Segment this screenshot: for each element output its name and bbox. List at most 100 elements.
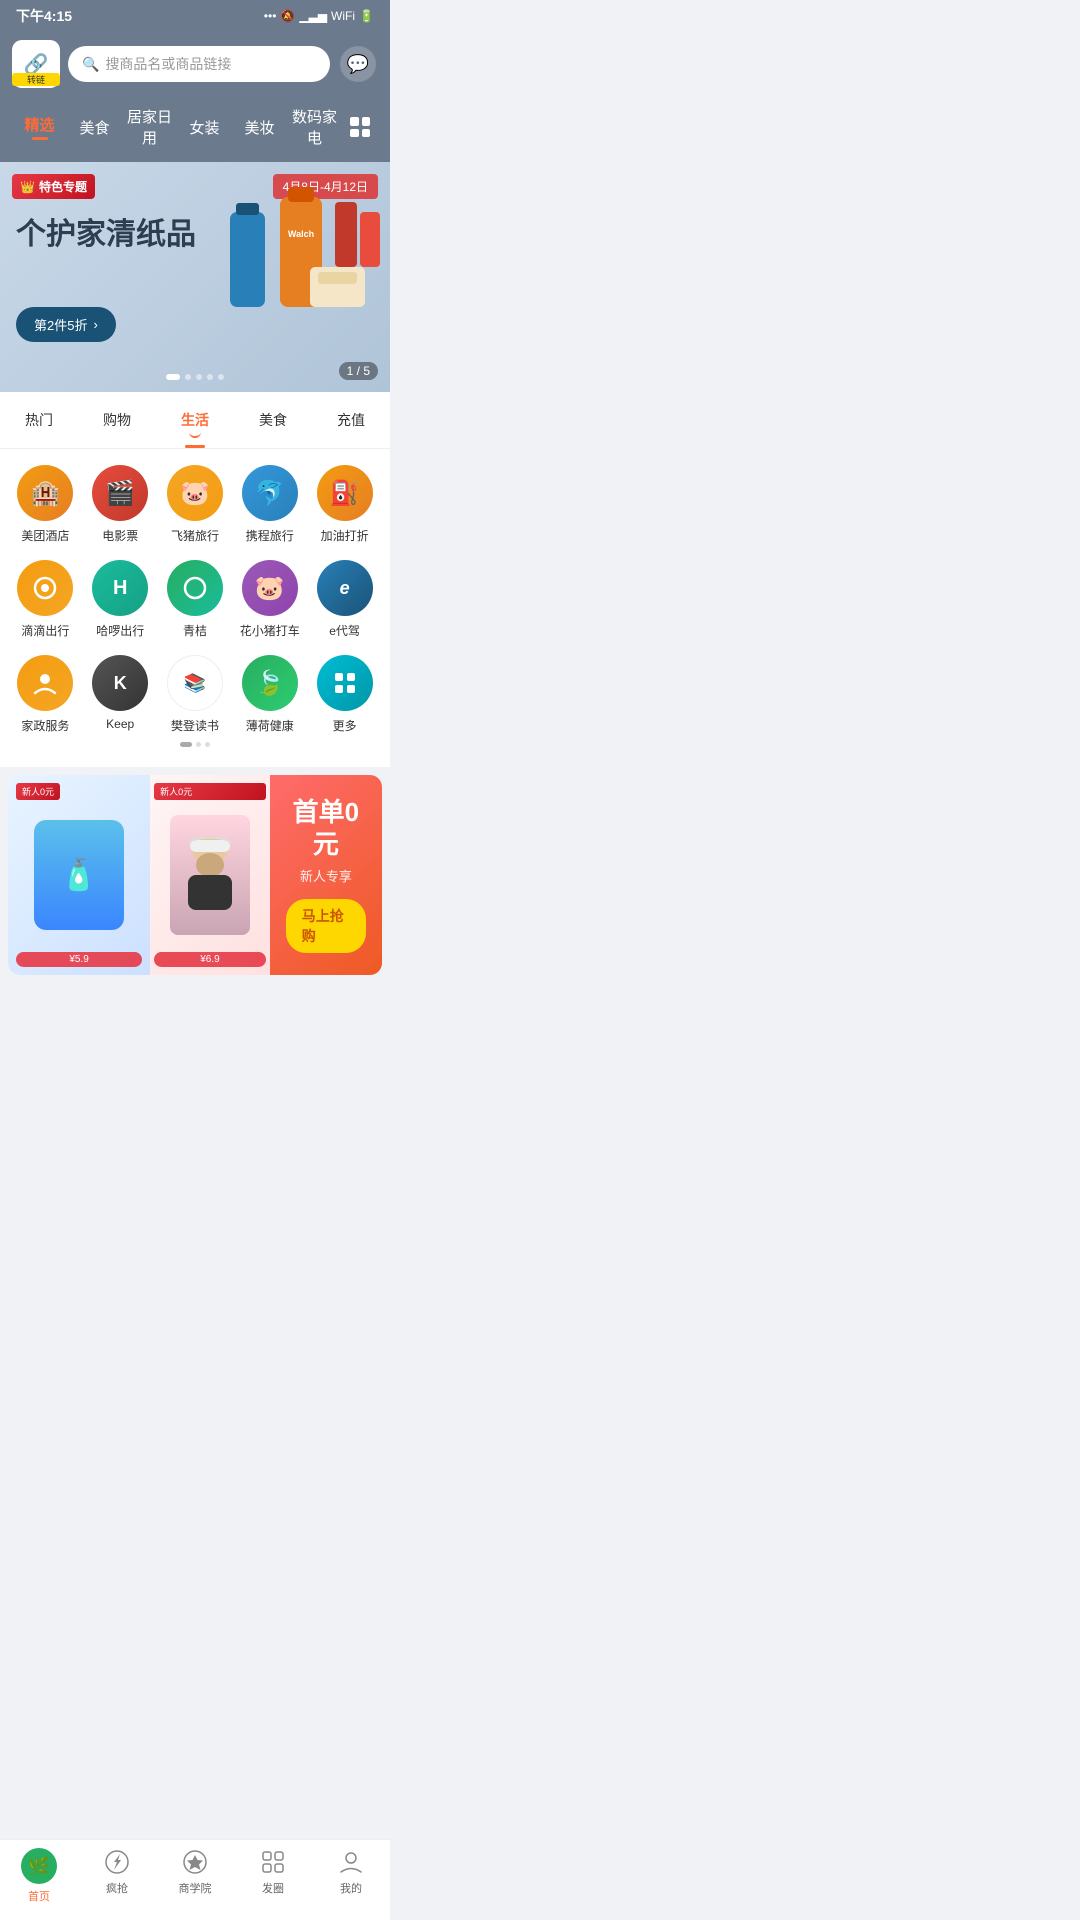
- search-bar[interactable]: 🔍 搜商品名或商品链接: [68, 46, 330, 82]
- nav-mine[interactable]: 我的: [312, 1848, 390, 1904]
- logo-badge: 转链: [12, 73, 60, 86]
- app-gas[interactable]: ⛽ 加油打折: [307, 465, 382, 544]
- app-keep[interactable]: K Keep: [83, 655, 158, 734]
- nav-tab-meizhuang[interactable]: 美妆: [232, 113, 287, 142]
- logo-button[interactable]: 🔗 转链: [12, 40, 60, 88]
- flash-sale-icon: [103, 1848, 131, 1876]
- nav-tab-meishi[interactable]: 美食: [67, 113, 122, 142]
- product-image-mid: [170, 815, 250, 935]
- mine-icon: [337, 1848, 365, 1876]
- app-huaxiaozhu[interactable]: 🐷 花小猪打车: [232, 560, 307, 639]
- mine-label: 我的: [340, 1880, 362, 1896]
- category-nav: 精选 美食 居家日用 女装 美妆 数码家电: [0, 96, 390, 162]
- keep-label: Keep: [106, 717, 134, 731]
- banner-counter: 1 / 5: [339, 362, 378, 380]
- huaxiaozhu-label: 花小猪打车: [240, 622, 300, 639]
- ctrip-label: 携程旅行: [246, 527, 294, 544]
- wifi-icon: WiFi: [331, 9, 355, 23]
- app-meituan-hotel[interactable]: 🏨 美团酒店: [8, 465, 83, 544]
- app-grid: 🏨 美团酒店 🎬 电影票 🐷 飞猪旅行 🐬 携程旅行 ⛽ 加油打折 滴滴出行 H: [0, 465, 390, 734]
- cat-tab-remen[interactable]: 热门: [0, 404, 78, 448]
- cat-tab-meishi2[interactable]: 美食: [234, 404, 312, 448]
- app-didi[interactable]: 滴滴出行: [8, 560, 83, 639]
- banner-title: 个护家清纸品: [16, 217, 196, 253]
- promo-mid-product: 新人0元 ¥6.9: [150, 775, 270, 975]
- grid-menu-button[interactable]: [342, 109, 378, 145]
- app-fliggy[interactable]: 🐷 飞猪旅行: [158, 465, 233, 544]
- bottom-navigation: 🌿 首页 疯抢 商学院 发圈 我的: [0, 1839, 390, 1920]
- scroll-dot-2: [196, 742, 201, 747]
- app-qingju[interactable]: 青桔: [158, 560, 233, 639]
- promo-right-cta[interactable]: 首单0元 新人专享 马上抢购: [270, 775, 382, 975]
- hello-label: 哈啰出行: [96, 622, 144, 639]
- promo-card[interactable]: 🧴 新人0元 ¥5.9 新人0元 ¥6.9 首单0元 新人专享 马上抢购: [8, 775, 382, 975]
- app-jiazhengliao[interactable]: 家政服务: [8, 655, 83, 734]
- dot-1: [166, 374, 180, 380]
- banner[interactable]: 👑 特色专题 4月8日-4月12日 个护家清纸品 第2件5折 › Walch 1…: [0, 162, 390, 392]
- promo-section: 🧴 新人0元 ¥5.9 新人0元 ¥6.9 首单0元 新人专享 马上抢购: [0, 767, 390, 983]
- nav-tab-shuma[interactable]: 数码家电: [287, 102, 342, 152]
- promo-subtitle: 新人专享: [300, 866, 352, 885]
- nav-home[interactable]: 🌿 首页: [0, 1848, 78, 1904]
- dot-5: [218, 374, 224, 380]
- qingju-label: 青桔: [183, 622, 207, 639]
- battery-icon: 🔋: [359, 9, 374, 23]
- home-icon: 🌿: [21, 1848, 57, 1884]
- crown-icon: 👑: [20, 180, 35, 194]
- app-grid-section: 🏨 美团酒店 🎬 电影票 🐷 飞猪旅行 🐬 携程旅行 ⛽ 加油打折 滴滴出行 H: [0, 449, 390, 767]
- meituan-hotel-icon: 🏨: [17, 465, 73, 521]
- moments-label: 发圈: [262, 1880, 284, 1896]
- message-button[interactable]: 💬: [338, 44, 378, 84]
- status-time: 下午4:15: [16, 6, 72, 26]
- jiazhengliao-label: 家政服务: [21, 717, 69, 734]
- active-indicator: [189, 432, 201, 438]
- keep-icon: K: [92, 655, 148, 711]
- qingju-icon: [167, 560, 223, 616]
- scroll-indicator: [0, 734, 390, 759]
- status-icons: ••• 🔕 ▁▃▅ WiFi 🔋: [264, 9, 374, 23]
- banner-cta[interactable]: 第2件5折 ›: [16, 307, 116, 342]
- dot-3: [196, 374, 202, 380]
- dot-2: [185, 374, 191, 380]
- bohe-icon: 🍃: [242, 655, 298, 711]
- banner-dots: [166, 374, 224, 380]
- app-fandeng[interactable]: 📚 樊登读书: [158, 655, 233, 734]
- arrow-icon: ›: [93, 317, 97, 332]
- nav-tab-jingxuan[interactable]: 精选: [12, 110, 67, 144]
- meituan-hotel-label: 美团酒店: [21, 527, 69, 544]
- business-school-icon: [181, 1848, 209, 1876]
- app-hello[interactable]: H 哈啰出行: [83, 560, 158, 639]
- nav-flash-sale[interactable]: 疯抢: [78, 1848, 156, 1904]
- cat-tab-chongzhi[interactable]: 充值: [312, 404, 390, 448]
- app-edaijia[interactable]: e e代驾: [307, 560, 382, 639]
- ctrip-icon: 🐬: [242, 465, 298, 521]
- search-placeholder: 搜商品名或商品链接: [105, 54, 231, 74]
- promo-cta-button[interactable]: 马上抢购: [286, 899, 366, 953]
- gas-icon: ⛽: [317, 465, 373, 521]
- nav-tab-jujia[interactable]: 居家日用: [122, 102, 177, 152]
- app-ctrip[interactable]: 🐬 携程旅行: [232, 465, 307, 544]
- cat-tab-shenghuo[interactable]: 生活: [156, 404, 234, 448]
- mute-icon: 🔕: [280, 9, 295, 23]
- app-more[interactable]: 更多: [307, 655, 382, 734]
- header: 🔗 转链 🔍 搜商品名或商品链接 💬: [0, 32, 390, 96]
- nav-tab-nvzhuang[interactable]: 女装: [177, 113, 232, 142]
- nav-moments[interactable]: 发圈: [234, 1848, 312, 1904]
- dot-4: [207, 374, 213, 380]
- movie-label: 电影票: [102, 527, 138, 544]
- edaijia-label: e代驾: [329, 622, 360, 639]
- sub-category-tabs: 热门 购物 生活 美食 充值: [0, 392, 390, 449]
- promo-title: 首单0元: [286, 797, 366, 859]
- cat-tab-gouwu[interactable]: 购物: [78, 404, 156, 448]
- app-movie[interactable]: 🎬 电影票: [83, 465, 158, 544]
- hello-icon: H: [92, 560, 148, 616]
- didi-icon: [17, 560, 73, 616]
- price-badge-mid: ¥6.9: [154, 952, 266, 967]
- moments-icon: [259, 1848, 287, 1876]
- search-icon: 🔍: [82, 56, 99, 73]
- nav-business-school[interactable]: 商学院: [156, 1848, 234, 1904]
- bohe-label: 薄荷健康: [246, 717, 294, 734]
- svg-text:Walch: Walch: [288, 229, 314, 239]
- new-badge-left: 新人0元: [16, 783, 60, 800]
- app-bohe[interactable]: 🍃 薄荷健康: [232, 655, 307, 734]
